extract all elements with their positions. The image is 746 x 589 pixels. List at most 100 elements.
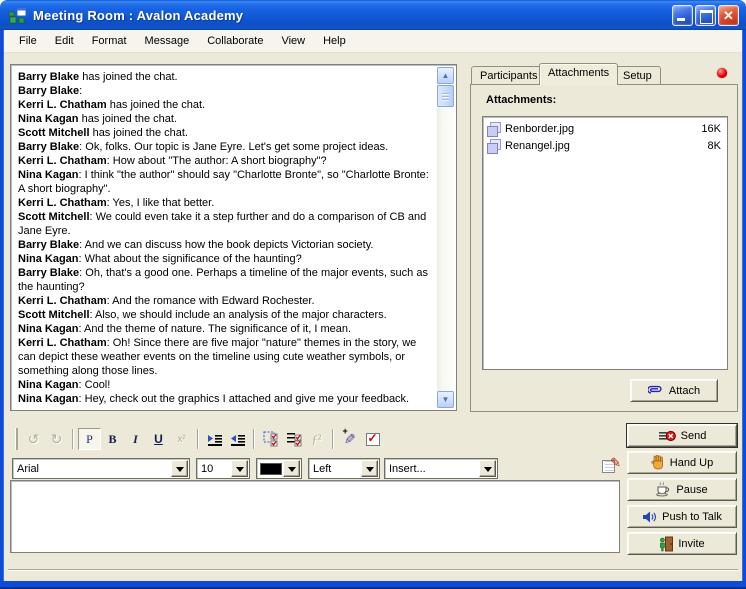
chat-message: Barry Blake: Ok, folks. Our topic is Jan… [18,140,434,154]
superscript-button[interactable]: x² [170,428,193,450]
push-to-talk-button[interactable]: Push to Talk [627,505,737,528]
menu-view[interactable]: View [272,31,314,51]
chat-message: Nina Kagan: Hey, check out the graphics … [18,392,434,406]
chevron-down-icon[interactable] [283,460,300,477]
outdent-button[interactable] [226,428,249,450]
invite-button[interactable]: Invite [627,532,737,555]
push-to-talk-button-label: Push to Talk [662,511,722,523]
chat-message: Nina Kagan: And the theme of nature. The… [18,322,434,336]
insert-select[interactable]: Insert... [384,458,498,479]
chat-message: Barry Blake: Oh, that's a good one. Perh… [18,266,434,294]
chat-text: : Yes, I like that better. [107,197,215,209]
pause-button-label: Pause [676,484,707,496]
chat-text: : Cool! [79,379,111,391]
undo-icon[interactable]: ↺ [22,428,45,450]
attach-button[interactable]: Attach [630,379,718,402]
chat-message: Scott Mitchell: Also, we should include … [18,308,434,322]
chat-message: Kerri L. Chatham: How about "The author:… [18,154,434,168]
tab-setup[interactable]: Setup [614,66,661,84]
chat-author: Nina Kagan [18,253,79,265]
chat-author: Kerri L. Chatham [18,295,107,307]
attachment-size: 8K [708,140,721,152]
font-family-value: Arial [17,463,171,475]
pause-button[interactable]: Pause [627,478,737,501]
chat-message: Kerri L. Chatham: Oh! Since there are fi… [18,336,434,378]
close-button[interactable] [718,5,739,26]
scroll-up-icon[interactable]: ▲ [437,67,454,84]
equation-icon[interactable]: ƒ² [305,428,328,450]
indent-button[interactable] [203,428,226,450]
maximize-button[interactable] [695,5,716,26]
chat-text: has joined the chat. [79,71,177,83]
chat-message: Barry Blake: [18,84,434,98]
chevron-down-icon[interactable] [361,460,378,477]
chat-author: Scott Mitchell [18,309,90,321]
chat-text: has joined the chat. [90,127,188,139]
alignment-select[interactable]: Left [308,458,380,479]
chat-message: Scott Mitchell has joined the chat. [18,126,434,140]
chat-text: : How about "The author: A short biograp… [107,155,327,167]
chevron-down-icon[interactable] [231,460,248,477]
font-family-select[interactable]: Arial [12,458,190,479]
spellcheck-icon[interactable] [361,428,384,450]
status-indicator-dot [717,68,727,78]
menu-collaborate[interactable]: Collaborate [198,31,272,51]
menu-edit[interactable]: Edit [46,31,83,51]
chat-scrollbar[interactable]: ▲ ▼ [437,67,454,408]
scroll-down-icon[interactable]: ▼ [437,391,454,408]
menu-format[interactable]: Format [83,31,136,51]
attachment-row[interactable]: Renangel.jpg8K [485,137,725,154]
chat-author: Kerri L. Chatham [18,99,107,111]
hand-up-button-label: Hand Up [670,457,713,469]
scrollbar-thumb[interactable] [437,85,454,107]
text-color-select[interactable] [256,458,302,479]
meeting-room-window: Meeting Room : Avalon Academy File Edit … [0,0,746,589]
select-cells-icon[interactable] [259,428,282,450]
font-size-select[interactable]: 10 [196,458,250,479]
checklist-icon[interactable] [282,428,305,450]
tab-attachments[interactable]: Attachments [539,63,618,85]
file-icon [487,122,501,136]
speaker-icon [642,510,657,524]
underline-button[interactable]: U [147,428,170,450]
toolbar-grip[interactable] [15,428,18,450]
send-button[interactable]: Send [627,424,737,447]
menu-message[interactable]: Message [136,31,199,51]
paragraph-style-button[interactable]: P [78,428,101,450]
marker-add-icon[interactable]: ✎+ [338,428,361,450]
edit-note-icon[interactable]: ✎ [602,458,620,476]
chat-author: Barry Blake [18,239,79,251]
attachments-list[interactable]: Renborder.jpg16KRenangel.jpg8K [482,116,728,370]
chat-message: Nina Kagan: What about the significance … [18,252,434,266]
attach-button-label: Attach [669,385,700,397]
menu-file[interactable]: File [10,31,46,51]
send-button-label: Send [681,430,707,442]
insert-value: Insert... [389,463,479,475]
chat-text: has joined the chat. [107,99,205,111]
send-icon [658,429,676,443]
chat-text: : Ok, folks. Our topic is Jane Eyre. Let… [79,141,388,153]
chat-author: Barry Blake [18,85,79,97]
redo-icon[interactable]: ↻ [45,428,68,450]
chevron-down-icon[interactable] [171,460,188,477]
chat-author: Nina Kagan [18,379,79,391]
chat-text: : Hey, check out the graphics I attached… [79,393,410,405]
menu-help[interactable]: Help [314,31,355,51]
status-bar-divider [8,569,738,571]
attachment-row[interactable]: Renborder.jpg16K [485,120,725,137]
chat-author: Scott Mitchell [18,211,90,223]
message-input[interactable] [10,480,620,553]
toolbar-separator [197,429,199,449]
chevron-down-icon[interactable] [479,460,496,477]
chat-author: Scott Mitchell [18,127,90,139]
hand-up-button[interactable]: Hand Up [627,451,737,474]
minimize-button[interactable] [672,5,693,26]
chat-message: Scott Mitchell: We could even take it a … [18,210,434,238]
italic-button[interactable]: I [124,428,147,450]
toolbar-separator [253,429,255,449]
bold-button[interactable]: B [101,428,124,450]
chat-message: Nina Kagan: Cool! [18,378,434,392]
chat-author: Barry Blake [18,267,79,279]
font-size-value: 10 [201,463,231,475]
tab-participants[interactable]: Participants [471,66,546,84]
